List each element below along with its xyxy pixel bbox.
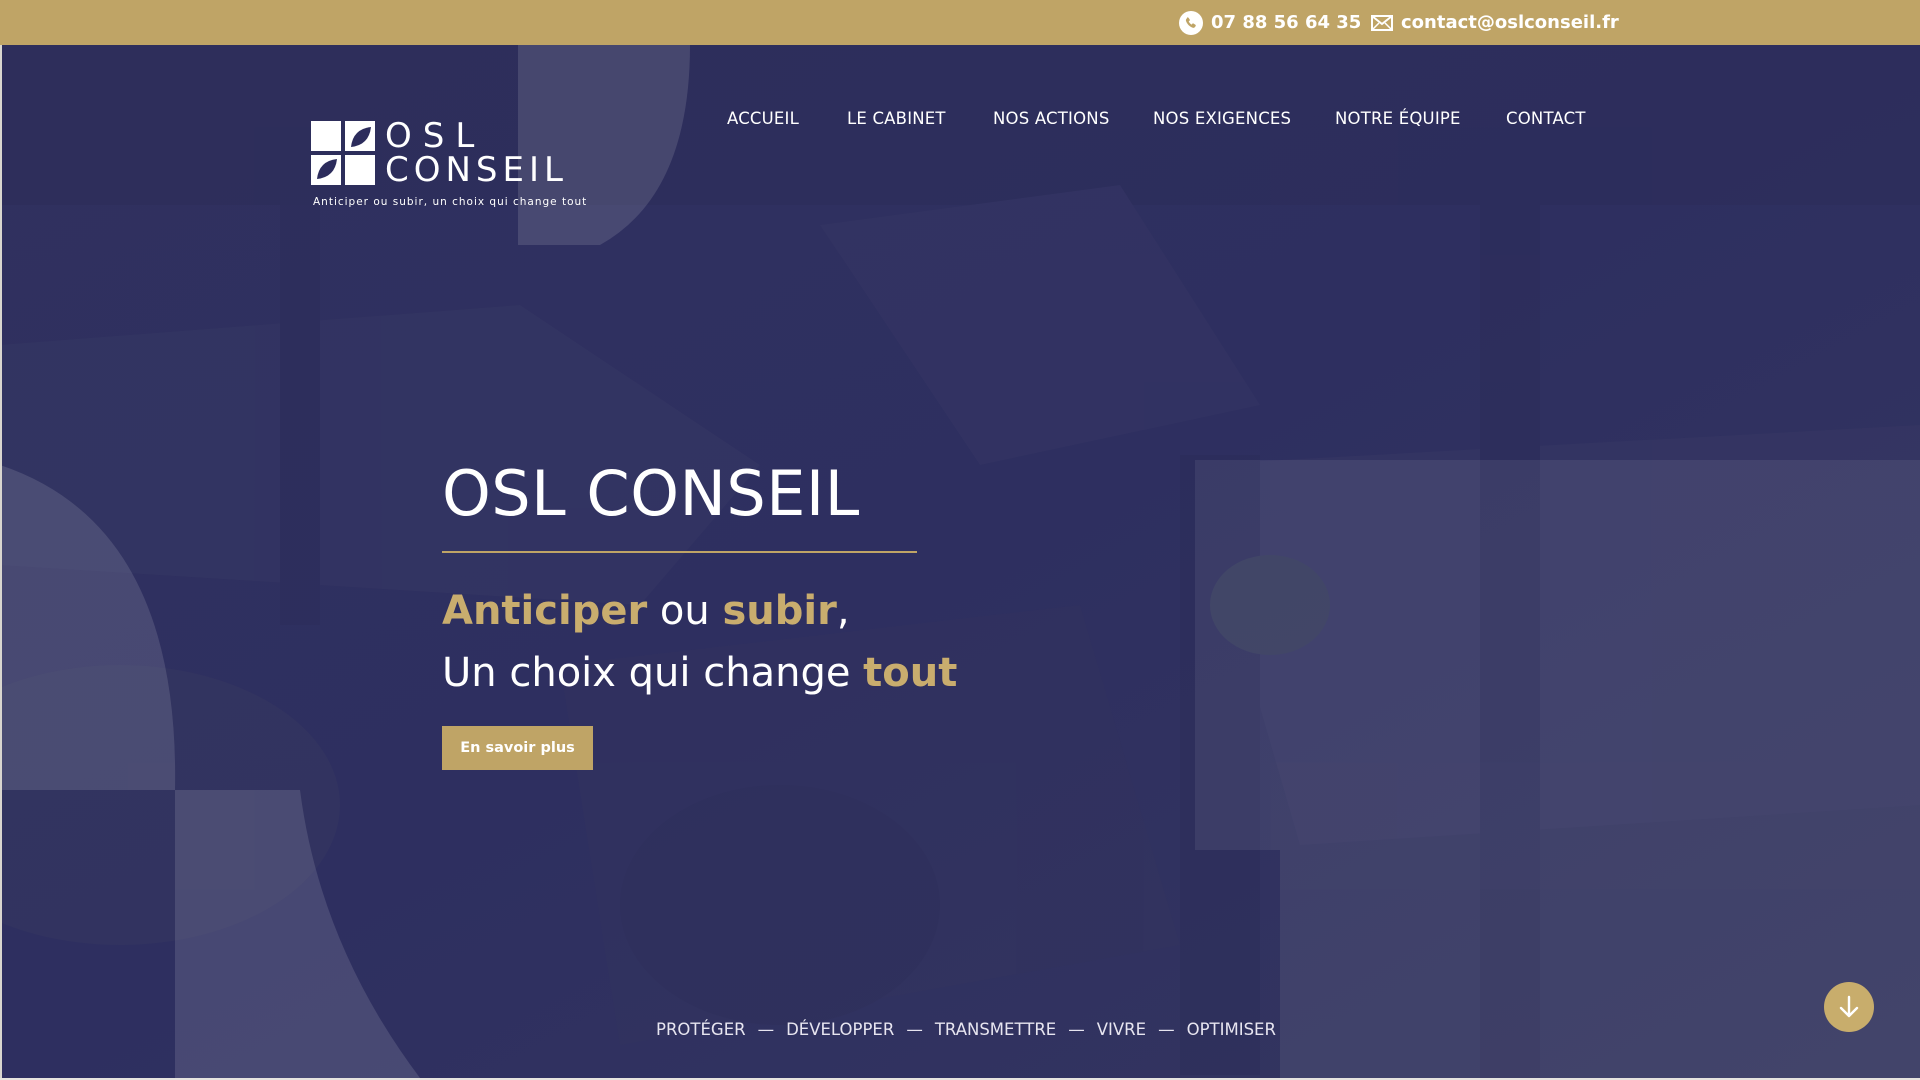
hero-word-ou: ou	[647, 588, 723, 634]
nav-item-accueil[interactable]: ACCUEIL	[727, 109, 799, 128]
email-address: contact@oslconseil.fr	[1401, 12, 1619, 33]
hero-word-tout: tout	[863, 650, 958, 696]
pillar-separator: —	[906, 1020, 923, 1039]
logo-line-2: CONSEIL	[385, 150, 568, 190]
hero-subtitle: Anticiper ou subir, Un choix qui change …	[442, 580, 957, 704]
hero-subtitle-line-1: Anticiper ou subir,	[442, 580, 957, 642]
arrow-down-icon	[1839, 995, 1859, 1018]
nav-item-nos-actions[interactable]: NOS ACTIONS	[993, 109, 1110, 128]
pillar-optimiser: OPTIMISER	[1186, 1020, 1276, 1039]
pillar-developper: DÉVELOPPER	[786, 1020, 895, 1039]
phone-icon	[1179, 10, 1203, 35]
hero-text-choix: Un choix qui change	[442, 650, 864, 696]
hero-section: OSL CONSEIL Anticiper ou subir, un choix…	[0, 45, 1920, 1078]
left-border	[0, 45, 2, 1078]
hero-word-anticiper: Anticiper	[442, 588, 648, 634]
main-navigation: ACCUEIL LE CABINET NOS ACTIONS NOS EXIGE…	[0, 109, 1920, 133]
logo-tagline: Anticiper ou subir, un choix qui change …	[313, 196, 588, 208]
pillars-list: PROTÉGER — DÉVELOPPER — TRANSMETTRE — VI…	[656, 1020, 1276, 1039]
pillar-separator: —	[1158, 1020, 1175, 1039]
email-link[interactable]: contact@oslconseil.fr	[1371, 0, 1619, 45]
nav-item-contact[interactable]: CONTACT	[1506, 109, 1586, 128]
hero-subtitle-line-2: Un choix qui change tout	[442, 642, 957, 704]
scroll-down-button[interactable]	[1824, 982, 1874, 1032]
pillar-separator: —	[1068, 1020, 1085, 1039]
pillar-transmettre: TRANSMETTRE	[934, 1020, 1057, 1039]
pillar-separator: —	[757, 1020, 775, 1039]
pillar-vivre: VIVRE	[1096, 1020, 1147, 1039]
top-contact-bar: 07 88 56 64 35 contact@oslconseil.fr	[0, 0, 1920, 45]
hero-title-underline	[442, 551, 917, 553]
learn-more-button[interactable]: En savoir plus	[442, 726, 593, 770]
hero-title: OSL CONSEIL	[442, 457, 860, 530]
hero-background-image	[0, 45, 1920, 1078]
site-logo[interactable]: OSL CONSEIL Anticiper ou subir, un choix…	[311, 119, 586, 211]
mail-icon	[1371, 14, 1393, 31]
hero-word-comma: ,	[836, 588, 850, 634]
page: 07 88 56 64 35 contact@oslconseil.fr OSL…	[0, 0, 1920, 1080]
nav-item-notre-equipe[interactable]: NOTRE ÉQUIPE	[1335, 109, 1461, 128]
pillar-proteger: PROTÉGER	[656, 1020, 746, 1039]
hero-word-subir: subir	[722, 588, 837, 634]
nav-item-nos-exigences[interactable]: NOS EXIGENCES	[1153, 109, 1291, 128]
phone-link[interactable]: 07 88 56 64 35	[1179, 0, 1361, 45]
nav-item-le-cabinet[interactable]: LE CABINET	[847, 109, 946, 128]
phone-number: 07 88 56 64 35	[1211, 12, 1362, 33]
